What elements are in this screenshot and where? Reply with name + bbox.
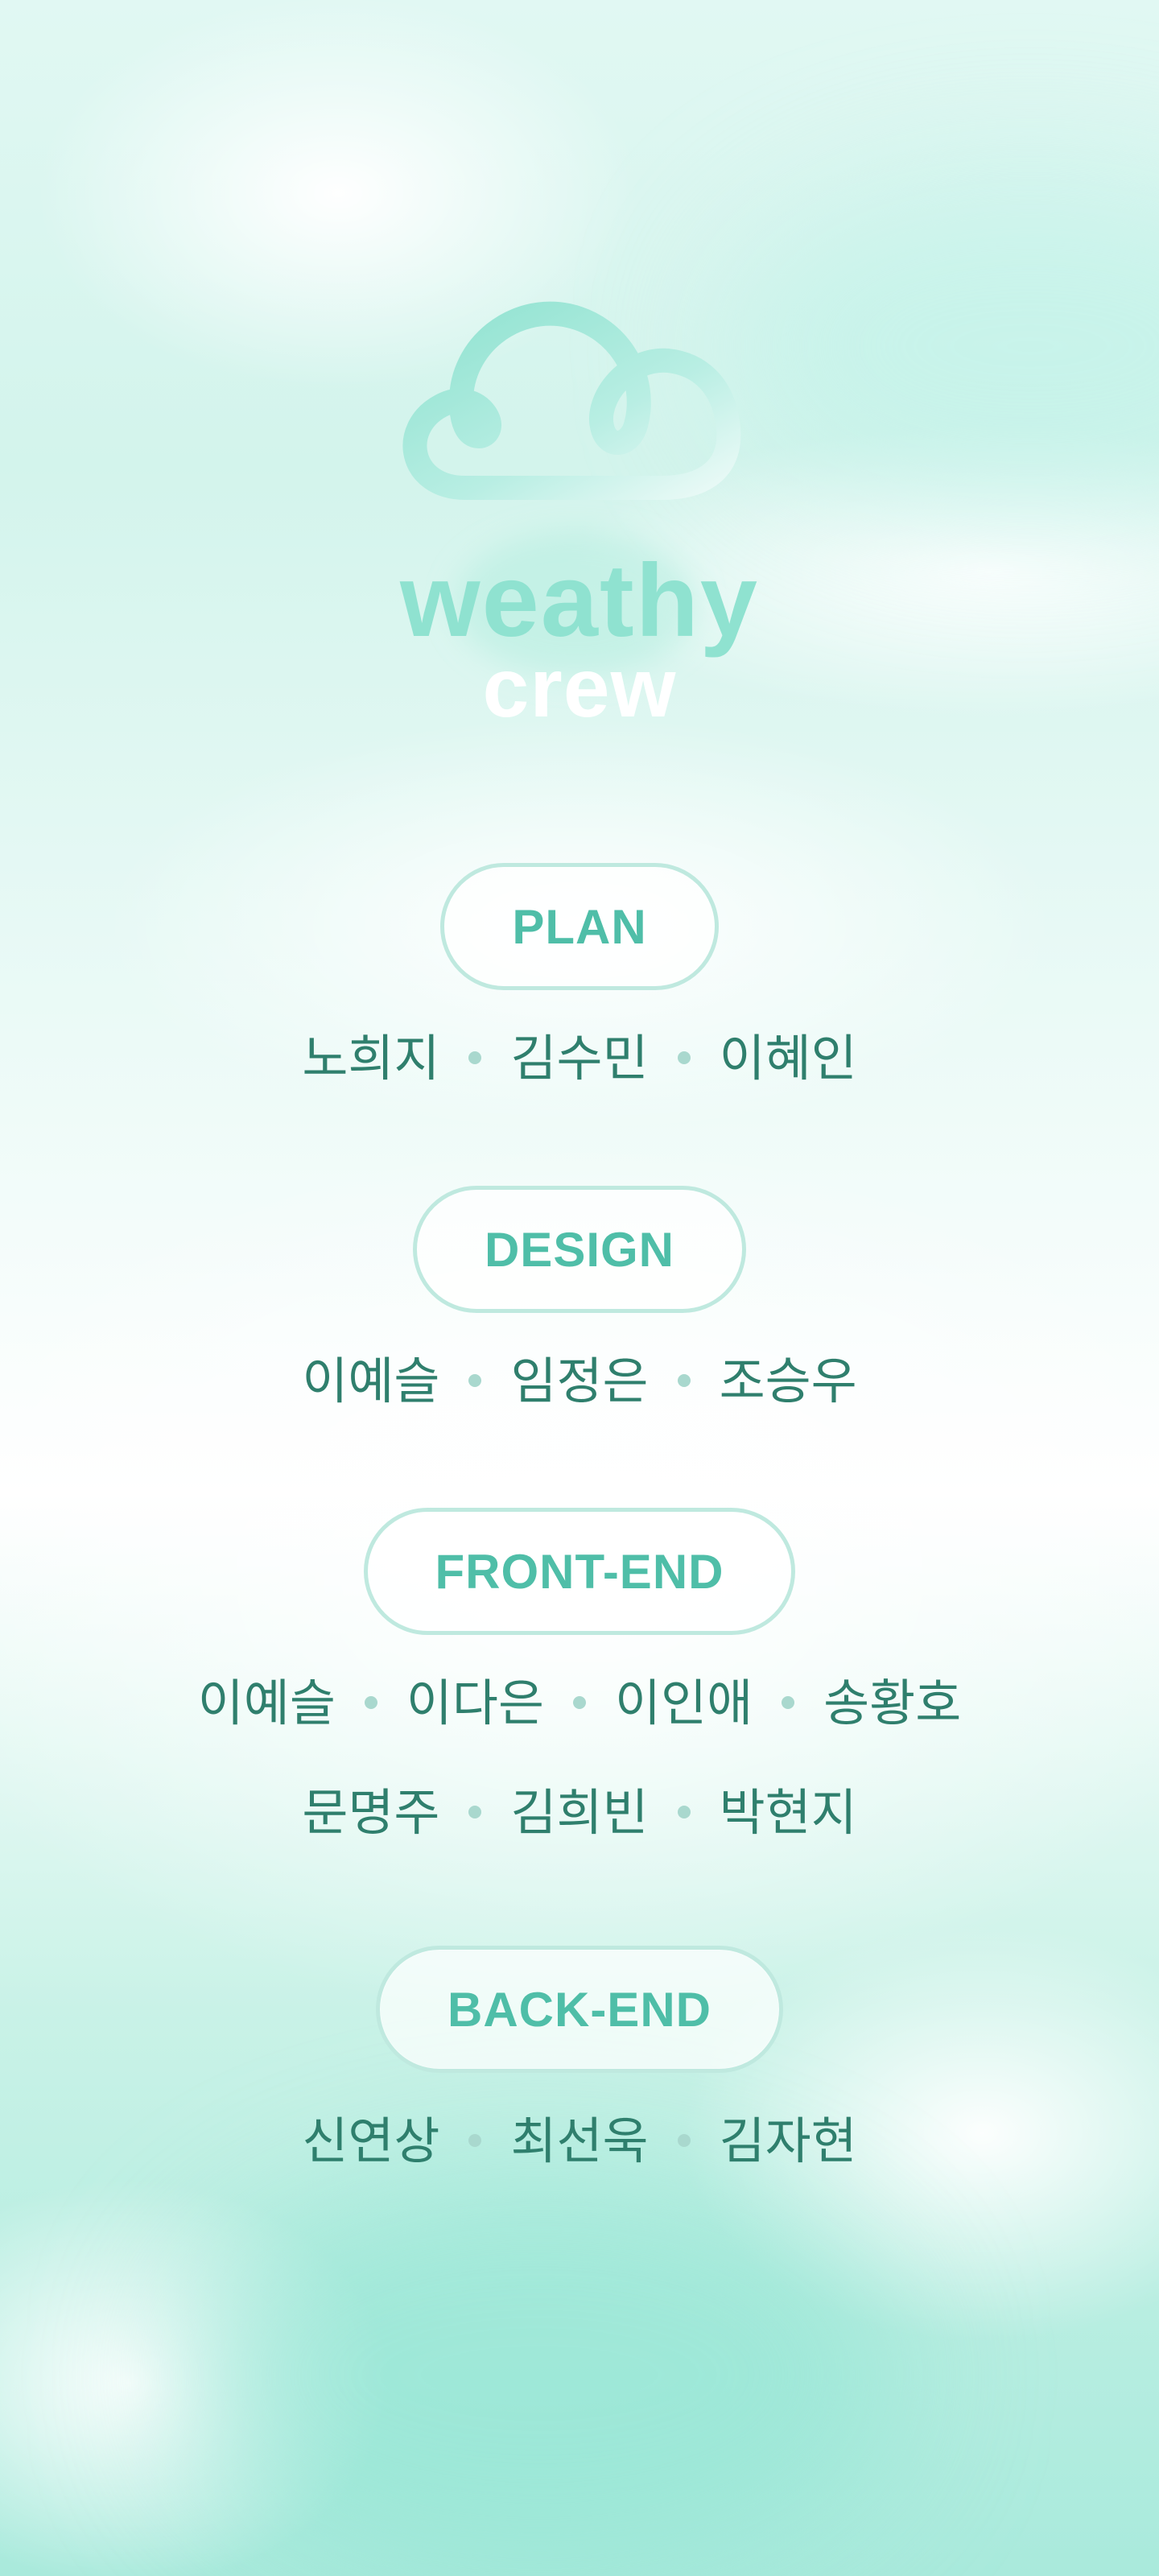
plan-title: PLAN [512,899,647,954]
plan-section: PLAN 노희지 김수민 이혜인 [0,863,1159,1084]
design-title: DESIGN [484,1222,675,1277]
separator-dot [468,1373,482,1387]
member-name: 이예슬 [302,1352,440,1410]
cloud-logo-graphic: weathy crew [399,301,757,735]
design-members: 이예슬 임정은 조승우 [0,1356,1159,1406]
separator-dot [468,1051,482,1064]
member-name: 김희빈 [510,1783,649,1842]
frontend-members: 이예슬 이다은 이인애 송황호 문명주 김희빈 박현지 [0,1678,1159,1838]
design-label: DESIGN [412,1186,747,1313]
separator-dot [573,1695,586,1709]
separator-dot [677,2133,691,2147]
separator-dot [677,1051,691,1064]
frontend-section: FRONT-END 이예슬 이다은 이인애 송황호 문명주 김희빈 박현지 [0,1508,1159,1838]
separator-dot [782,1695,795,1709]
member-name: 노희지 [302,1029,440,1088]
backend-label: BACK-END [376,1946,783,2073]
member-name: 임정은 [510,1352,649,1410]
member-name: 신연상 [302,2112,440,2170]
plan-label: PLAN [440,863,719,990]
member-name: 송황호 [823,1674,962,1732]
credits-page: weathy crew PLAN 노희지 김수민 이혜인 DESIGN 이예슬 임정은… [0,0,1159,2576]
plan-row-1: 노희지 김수민 이혜인 [0,1034,1159,1084]
backend-section: BACK-END 신연상 최선욱 김자현 [0,1946,1159,2166]
design-row-1: 이예슬 임정은 조승우 [0,1356,1159,1406]
backend-title: BACK-END [448,1982,711,2037]
member-name: 이다은 [406,1674,544,1732]
frontend-row-2: 문명주 김희빈 박현지 [0,1788,1159,1838]
frontend-row-1: 이예슬 이다은 이인애 송황호 [0,1678,1159,1728]
separator-dot [468,1805,482,1818]
design-section: DESIGN 이예슬 임정은 조승우 [0,1186,1159,1406]
member-name: 김자현 [719,2112,857,2170]
separator-dot [364,1695,377,1709]
backend-row-1: 신연상 최선욱 김자현 [0,2116,1159,2166]
plan-members: 노희지 김수민 이혜인 [0,1034,1159,1084]
member-name: 조승우 [719,1352,857,1410]
weathy-logo: weathy crew [370,290,789,741]
member-name: 이혜인 [719,1029,857,1088]
separator-dot [677,1373,691,1387]
member-name: 최선욱 [510,2112,649,2170]
brand-subtitle: crew [482,642,676,735]
member-name: 김수민 [510,1029,649,1088]
member-name: 이인애 [615,1674,753,1732]
frontend-label: FRONT-END [363,1508,796,1635]
separator-dot [677,1805,691,1818]
frontend-title: FRONT-END [435,1544,724,1599]
backend-members: 신연상 최선욱 김자현 [0,2116,1159,2166]
member-name: 이예슬 [197,1674,336,1732]
member-name: 문명주 [302,1783,440,1842]
cloud-icon [402,301,741,500]
separator-dot [468,2133,482,2147]
member-name: 박현지 [719,1783,857,1842]
